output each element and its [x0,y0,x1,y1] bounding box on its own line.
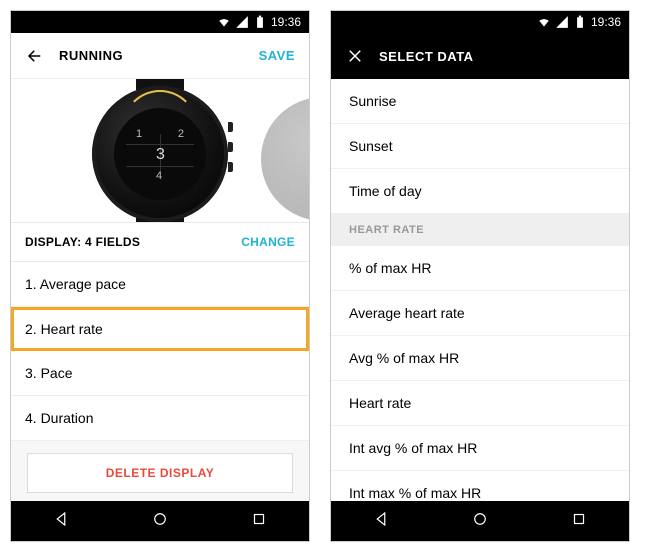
field-item-4[interactable]: 4. Duration [11,396,309,441]
data-option[interactable]: Time of day [331,169,629,214]
android-nav-bar [11,501,309,541]
content: SunriseSunsetTime of dayHEART RATE% of m… [331,79,629,501]
data-option[interactable]: Average heart rate [331,291,629,336]
android-nav-bar [331,501,629,541]
nav-back-icon[interactable] [372,510,390,533]
battery-icon [573,15,587,29]
save-button[interactable]: SAVE [259,48,295,63]
delete-display-button[interactable]: DELETE DISPLAY [27,453,293,493]
back-button[interactable] [25,46,45,66]
field-item-2[interactable]: 2. Heart rate [11,307,309,351]
watch-preview-next[interactable]: 1 3 5 [261,97,309,221]
wifi-icon [217,15,231,29]
change-button[interactable]: CHANGE [241,235,295,249]
watch-preview[interactable]: 1 2 3 4 1 3 5 [11,79,309,222]
battery-icon [253,15,267,29]
wifi-icon [537,15,551,29]
status-time: 19:36 [591,15,621,29]
status-bar: 19:36 [11,11,309,33]
signal-icon [235,15,249,29]
screen-title: SELECT DATA [379,49,615,64]
field-list: 1. Average pace2. Heart rate3. Pace4. Du… [11,262,309,441]
status-bar: 19:36 [331,11,629,33]
content: 1 2 3 4 1 3 5 DISPLAY: 4 FIELDS CHANGE 1… [11,79,309,501]
nav-home-icon[interactable] [471,510,489,533]
field-item-3[interactable]: 3. Pace [11,351,309,396]
data-option[interactable]: Sunset [331,124,629,169]
data-option[interactable]: Sunrise [331,79,629,124]
nav-recent-icon[interactable] [250,510,268,533]
nav-back-icon[interactable] [52,510,70,533]
display-row: DISPLAY: 4 FIELDS CHANGE [11,222,309,262]
signal-icon [555,15,569,29]
field-item-1[interactable]: 1. Average pace [11,262,309,307]
status-time: 19:36 [271,15,301,29]
screen-title: RUNNING [59,48,245,63]
display-label: DISPLAY: 4 FIELDS [25,235,241,249]
app-bar: RUNNING SAVE [11,33,309,79]
nav-home-icon[interactable] [151,510,169,533]
phone-right: 19:36 SELECT DATA SunriseSunsetTime of d… [330,10,630,542]
app-bar: SELECT DATA [331,33,629,79]
data-option[interactable]: Int max % of max HR [331,471,629,501]
data-option[interactable]: % of max HR [331,246,629,291]
data-option-list[interactable]: SunriseSunsetTime of dayHEART RATE% of m… [331,79,629,501]
phone-left: 19:36 RUNNING SAVE 1 2 [10,10,310,542]
data-option[interactable]: Heart rate [331,381,629,426]
data-option[interactable]: Avg % of max HR [331,336,629,381]
section-header: HEART RATE [331,214,629,246]
nav-recent-icon[interactable] [570,510,588,533]
data-option[interactable]: Int avg % of max HR [331,426,629,471]
close-button[interactable] [345,46,365,66]
